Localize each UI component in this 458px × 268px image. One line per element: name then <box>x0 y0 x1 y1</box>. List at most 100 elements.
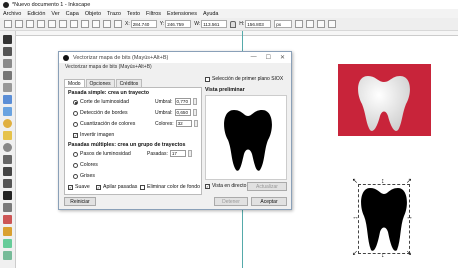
zoom-tool-icon[interactable] <box>3 71 12 80</box>
lower-icon[interactable] <box>103 20 111 28</box>
selector-tool-icon[interactable] <box>3 35 12 44</box>
spiral-tool-icon[interactable] <box>3 143 12 152</box>
remove-background-option[interactable]: Eliminar color de fondo <box>140 184 200 190</box>
smooth-option[interactable]: ✓ Suave <box>68 184 90 190</box>
siox-checkbox[interactable] <box>205 76 210 82</box>
rotate-cw-icon[interactable] <box>48 20 56 28</box>
scale-corners-icon[interactable] <box>306 20 315 28</box>
calligraphy-tool-icon[interactable] <box>3 179 12 188</box>
tab-modo[interactable]: Modo <box>64 79 85 87</box>
smooth-checkbox[interactable]: ✓ <box>68 184 73 190</box>
x-input[interactable]: 284.740 <box>130 20 157 28</box>
reset-button[interactable]: Reiniciar <box>64 197 96 206</box>
grays-option[interactable]: Grises <box>73 173 95 179</box>
deselect-icon[interactable] <box>26 20 34 28</box>
w-input[interactable]: 113.561 <box>201 20 228 28</box>
colors-option[interactable]: Colores <box>73 162 98 168</box>
mesh-tool-icon[interactable] <box>3 251 12 260</box>
ok-button[interactable]: Aceptar <box>251 197 287 206</box>
h-input[interactable]: 156.803 <box>245 20 272 28</box>
measure-tool-icon[interactable] <box>3 83 12 92</box>
lock-icon[interactable] <box>230 20 237 28</box>
remove-bg-label: Eliminar color de fondo <box>147 184 201 190</box>
scans-stepper[interactable] <box>187 150 192 157</box>
lower-to-bottom-icon[interactable] <box>114 20 122 28</box>
pen-tool-icon[interactable] <box>3 167 12 176</box>
traced-tooth-path[interactable] <box>358 184 410 254</box>
menu-ayuda[interactable]: Ayuda <box>203 11 219 17</box>
flip-horizontal-icon[interactable] <box>59 20 67 28</box>
stack-scans-option[interactable]: ✓ Apilar pasadas <box>96 184 137 190</box>
maximize-button[interactable]: ☐ <box>266 54 271 61</box>
transform-gradients-icon[interactable] <box>317 20 326 28</box>
colors-radio[interactable] <box>73 162 78 168</box>
menu-texto[interactable]: Texto <box>127 11 140 17</box>
tooth-photo-image[interactable] <box>338 64 431 136</box>
threshold2-input[interactable]: 0,650 <box>174 109 191 116</box>
flip-vertical-icon[interactable] <box>70 20 78 28</box>
3d-box-tool-icon[interactable] <box>3 107 12 116</box>
live-preview-checkbox[interactable]: ✓ <box>205 183 210 189</box>
threshold2-stepper[interactable] <box>192 109 197 116</box>
colors-stepper[interactable] <box>193 120 198 127</box>
stop-button[interactable]: Detener <box>214 197 248 206</box>
brightness-cutoff-option[interactable]: Corte de luminosidad <box>73 99 129 105</box>
select-all-layers-icon[interactable] <box>15 20 23 28</box>
edge-radio[interactable] <box>73 110 78 116</box>
color-quantization-option[interactable]: Cuantización de colores <box>73 121 135 127</box>
select-all-icon[interactable] <box>4 20 12 28</box>
stack-checkbox[interactable]: ✓ <box>96 184 101 190</box>
remove-bg-checkbox[interactable] <box>140 184 145 190</box>
raise-to-top-icon[interactable] <box>81 20 89 28</box>
tab-opciones[interactable]: Opciones <box>85 79 115 87</box>
invert-image-option[interactable]: ✓ Invertir imagen <box>73 132 114 138</box>
raise-icon[interactable] <box>92 20 100 28</box>
unit-select[interactable]: px <box>274 20 293 28</box>
ellipse-tool-icon[interactable] <box>3 119 12 128</box>
resize-handle-nw-icon[interactable]: ↖ <box>352 178 358 185</box>
rotate-ccw-icon[interactable] <box>37 20 45 28</box>
paint-bucket-tool-icon[interactable] <box>3 227 12 236</box>
scale-stroke-icon[interactable] <box>295 20 304 28</box>
close-button[interactable]: ✕ <box>280 54 285 61</box>
menu-trazo[interactable]: Trazo <box>107 11 121 17</box>
menu-ver[interactable]: Ver <box>51 11 59 17</box>
color-quant-radio[interactable] <box>73 121 78 127</box>
horizontal-ruler[interactable] <box>16 31 458 36</box>
rectangle-tool-icon[interactable] <box>3 95 12 104</box>
tab-creditos[interactable]: Créditos <box>115 79 143 87</box>
menu-capa[interactable]: Capa <box>66 11 79 17</box>
spray-tool-icon[interactable] <box>3 203 12 212</box>
minimize-button[interactable]: — <box>251 54 257 61</box>
tweak-tool-icon[interactable] <box>3 59 12 68</box>
menu-archivo[interactable]: Archivo <box>3 11 21 17</box>
eraser-tool-icon[interactable] <box>3 215 12 224</box>
menu-objeto[interactable]: Objeto <box>85 11 101 17</box>
node-tool-icon[interactable] <box>3 47 12 56</box>
y-input[interactable]: 246.759 <box>165 20 192 28</box>
threshold-stepper[interactable] <box>192 98 197 105</box>
gradient-tool-icon[interactable] <box>3 239 12 248</box>
resize-handle-sw-icon[interactable]: ↙ <box>352 250 358 257</box>
live-preview-option[interactable]: ✓ Vista en directo <box>205 183 246 189</box>
star-tool-icon[interactable] <box>3 131 12 140</box>
steps-radio[interactable] <box>73 151 78 157</box>
multi-scan-heading: Pasadas múltiples: crea un grupo de tray… <box>68 142 186 148</box>
menu-edicion[interactable]: Edición <box>27 11 45 17</box>
y-field: Y: 246.759 <box>160 20 192 28</box>
transform-patterns-icon[interactable] <box>328 20 337 28</box>
colors-input[interactable]: 32 <box>175 120 192 127</box>
invert-checkbox[interactable]: ✓ <box>73 132 78 138</box>
brightness-steps-option[interactable]: Pasos de luminosidad <box>73 151 131 157</box>
update-button[interactable]: Actualizar <box>247 182 287 191</box>
pencil-tool-icon[interactable] <box>3 155 12 164</box>
text-tool-icon[interactable] <box>3 191 12 200</box>
scans-input[interactable]: 17 <box>169 150 186 157</box>
edge-detection-option[interactable]: Detección de bordes <box>73 110 128 116</box>
menu-filtros[interactable]: Filtros <box>146 11 161 17</box>
threshold-input[interactable]: 0,770 <box>174 98 191 105</box>
brightness-radio[interactable] <box>73 99 78 105</box>
grays-radio[interactable] <box>73 173 78 179</box>
siox-option[interactable]: Selección de primer plano SIOX <box>205 76 283 82</box>
menu-extensiones[interactable]: Extensiones <box>167 11 197 17</box>
